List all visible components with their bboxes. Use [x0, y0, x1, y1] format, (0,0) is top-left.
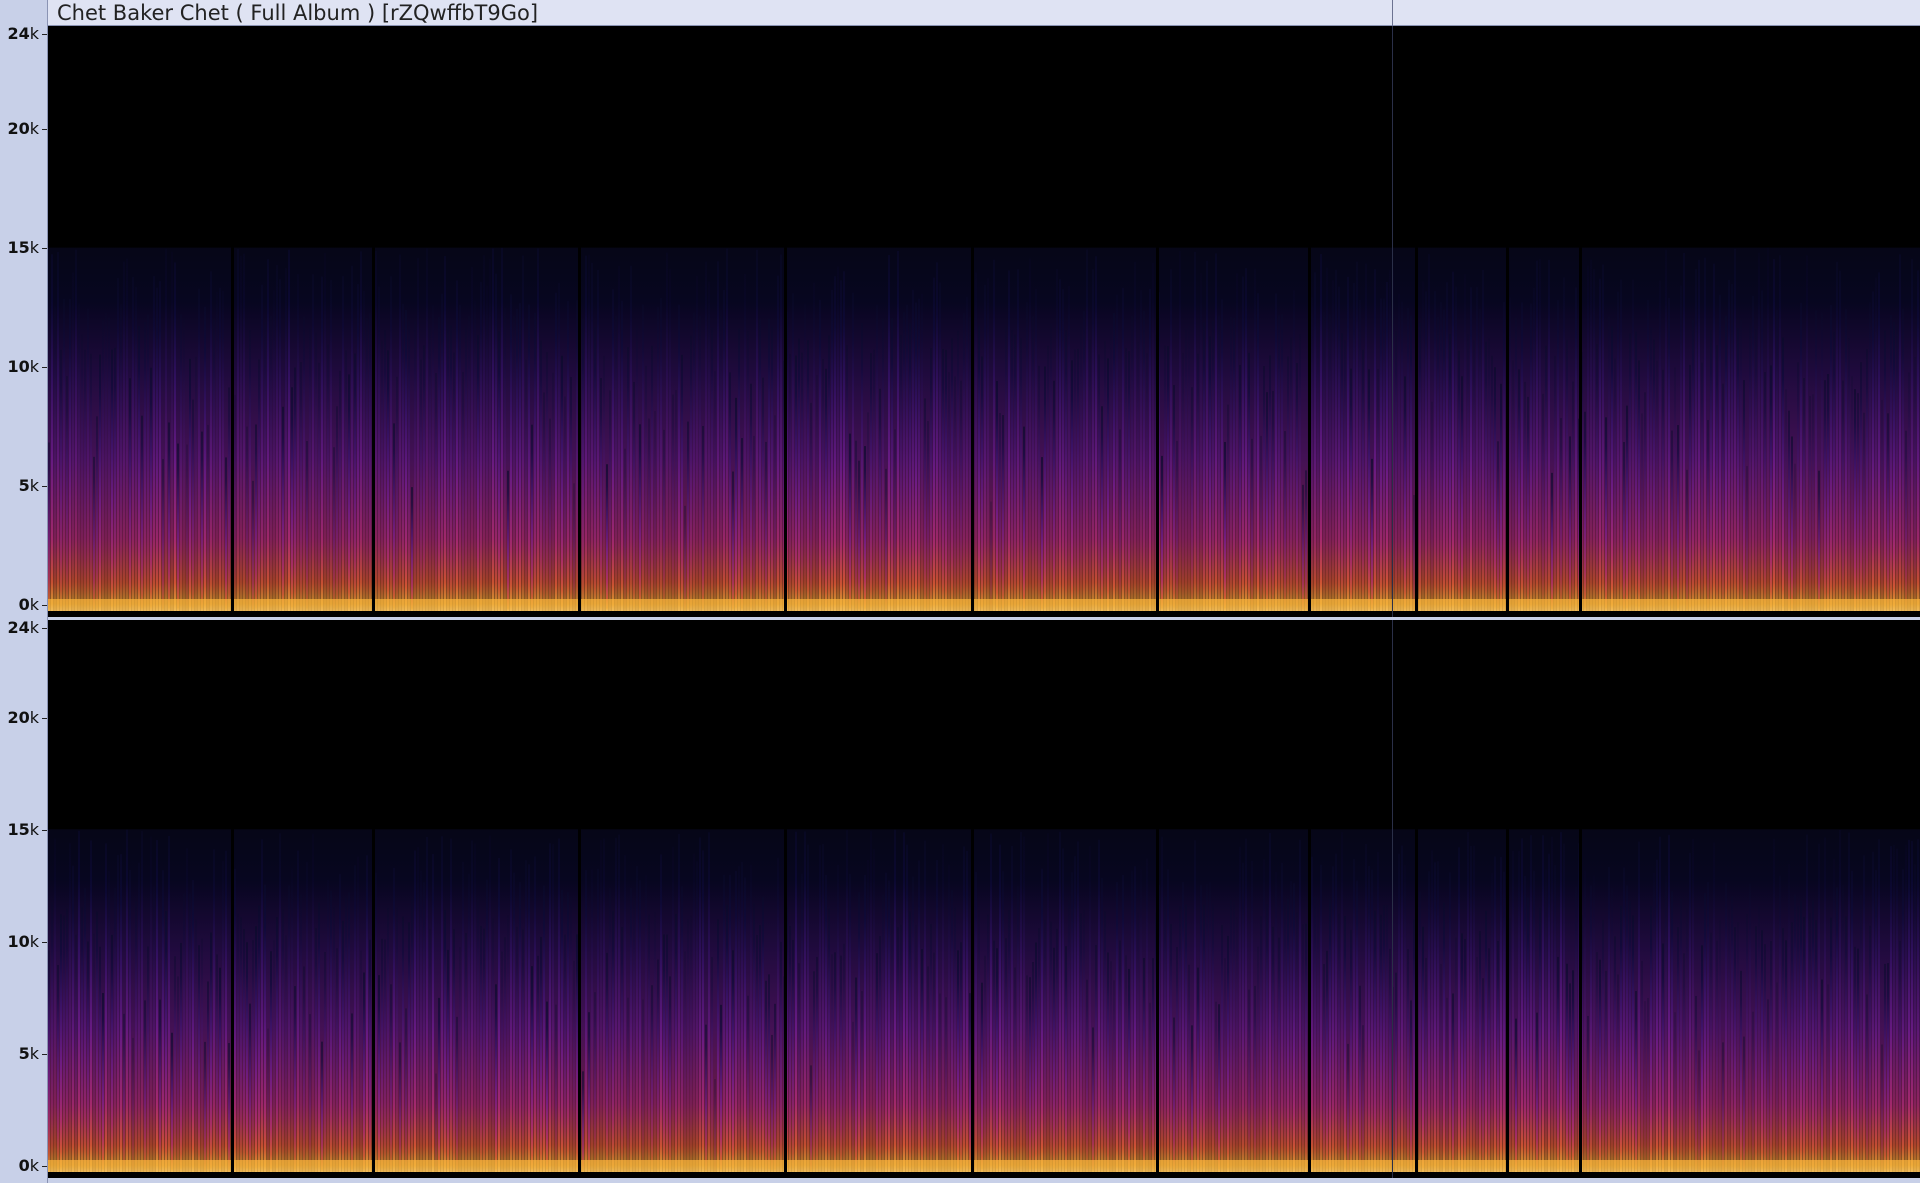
- playback-cursor: [1392, 620, 1393, 1178]
- tick-mark: [42, 367, 47, 369]
- tick-label: 10k: [7, 357, 39, 377]
- track-boundary: [1506, 829, 1509, 1172]
- tick-label: 24k: [7, 24, 39, 43]
- track-boundary: [1308, 247, 1311, 611]
- track-boundary: [1579, 247, 1582, 611]
- track-boundary: [1579, 829, 1582, 1172]
- tick-mark: [42, 605, 47, 606]
- track-boundary: [784, 829, 787, 1172]
- tick-label: 0k: [18, 595, 39, 614]
- tick-mark: [42, 34, 47, 35]
- tick-mark: [42, 628, 47, 629]
- track-boundary: [971, 829, 974, 1172]
- playback-cursor-marker: [1392, 0, 1393, 26]
- tick-label: 15k: [7, 238, 39, 258]
- track-boundary: [372, 829, 375, 1172]
- track-boundary: [231, 829, 234, 1172]
- track-boundary: [578, 247, 581, 611]
- tick-mark: [42, 248, 47, 250]
- tick-mark: [42, 717, 47, 719]
- tick-label: 15k: [7, 819, 39, 839]
- tick-label: 10k: [7, 931, 39, 951]
- tick-mark: [42, 829, 47, 831]
- track-boundary: [1506, 247, 1509, 611]
- track-boundary: [971, 247, 974, 611]
- track-boundary: [1415, 829, 1418, 1172]
- tick-label: 5k: [18, 476, 39, 496]
- spectrogram-canvas-1: [48, 26, 1920, 617]
- spectrogram-channel-2[interactable]: [48, 620, 1920, 1178]
- track-boundary: [784, 247, 787, 611]
- spectrogram-channel-1[interactable]: [48, 26, 1920, 617]
- track-boundary: [231, 247, 234, 611]
- tick-label: 5k: [18, 1043, 39, 1063]
- tick-mark: [42, 486, 47, 488]
- tick-label: 0k: [18, 1156, 39, 1175]
- track-boundary: [1308, 829, 1311, 1172]
- spectrogram-canvas-2: [48, 620, 1920, 1178]
- track-boundary: [372, 247, 375, 611]
- track-title-bar: Chet Baker Chet ( Full Album ) [rZQwffbT…: [48, 0, 1920, 26]
- playback-cursor: [1392, 26, 1393, 617]
- track-title: Chet Baker Chet ( Full Album ) [rZQwffbT…: [57, 1, 539, 25]
- track-boundary: [1156, 247, 1159, 611]
- bottom-border: [48, 1178, 1920, 1183]
- tick-mark: [42, 1053, 47, 1055]
- tick-mark: [42, 129, 47, 131]
- tick-label: 20k: [7, 119, 39, 139]
- tick-label: 24k: [7, 618, 39, 637]
- track-boundary: [1156, 829, 1159, 1172]
- tick-label: 20k: [7, 707, 39, 727]
- track-boundary: [578, 829, 581, 1172]
- tick-mark: [42, 1166, 47, 1167]
- track-boundary: [1415, 247, 1418, 611]
- frequency-ruler: 24k 20k 15k 10k 5k 0k 24k 20k 15k 10k 5k 0k: [0, 0, 48, 1183]
- spectrogram-window: 24k 20k 15k 10k 5k 0k 24k 20k 15k 10k 5k 0k Chet Ba…: [0, 0, 1920, 1183]
- tick-mark: [42, 941, 47, 943]
